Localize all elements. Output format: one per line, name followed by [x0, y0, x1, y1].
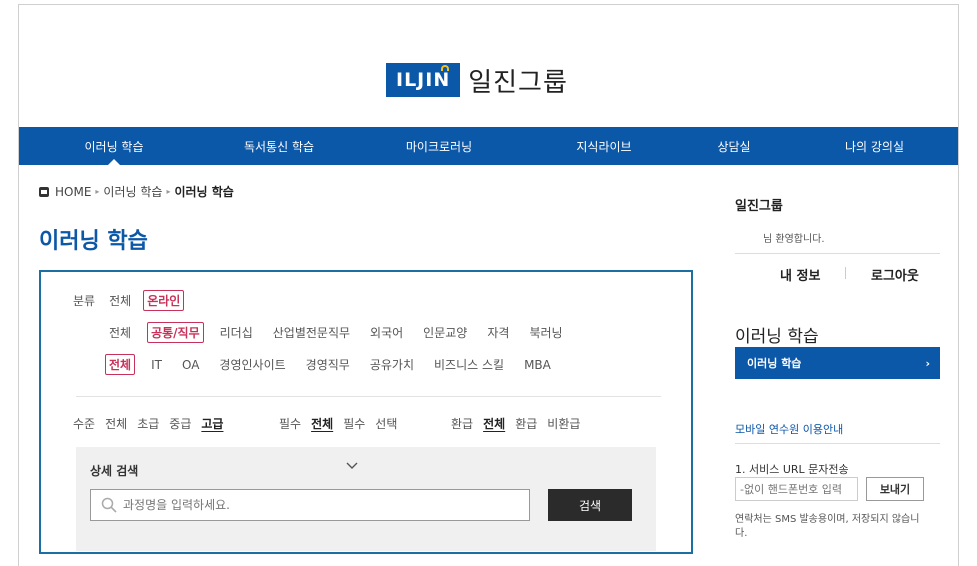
logo-brand-text: ILJIN	[396, 69, 451, 91]
subject-chip[interactable]: 외국어	[366, 322, 407, 343]
nav-item-microlearning[interactable]: 마이크로러닝	[349, 127, 529, 165]
level-option[interactable]: 전체	[105, 415, 127, 432]
chevron-right-icon: ›	[925, 356, 930, 370]
required-option[interactable]: 선택	[375, 415, 397, 432]
welcome-text: 님 환영합니다.	[763, 234, 825, 245]
nav-item-elearning[interactable]: 이러닝 학습	[19, 127, 209, 165]
nav-item-my-classroom[interactable]: 나의 강의실	[789, 127, 958, 165]
subcategory-chip[interactable]: 경영직무	[302, 354, 354, 375]
nav-item-counseling[interactable]: 상담실	[679, 127, 789, 165]
category-label: 분류	[73, 294, 96, 308]
breadcrumb-level1[interactable]: 이러닝 학습	[103, 183, 162, 200]
filter-box: 분류 전체 온라인 전체 공통/직무 리더십 산업별전문직무 외국어 인문교양 …	[39, 270, 693, 554]
subject-chip[interactable]: 북러닝	[525, 322, 566, 343]
subcategory-chip[interactable]: IT	[147, 356, 166, 374]
subject-chip[interactable]: 산업별전문직무	[269, 322, 354, 343]
detail-search-panel: 상세 검색 검색	[76, 447, 656, 551]
subject-chip[interactable]: 자격	[483, 322, 513, 343]
refund-option[interactable]: 전체	[483, 415, 505, 432]
level-row: 수준 전체 초급 중급 고급	[73, 415, 223, 432]
sms-note: 연락처는 SMS 발송용이며, 저장되지 않습니다.	[735, 514, 920, 539]
breadcrumb-arrow-icon: ▸	[166, 187, 171, 196]
required-option[interactable]: 필수	[343, 415, 365, 432]
mobile-guide-link[interactable]: 모바일 연수원 이용안내	[735, 421, 843, 437]
subcategory-chip[interactable]: 전체	[105, 354, 136, 375]
filter-divider	[76, 396, 661, 397]
subject-chip[interactable]: 공통/직무	[147, 322, 204, 343]
category-online[interactable]: 온라인	[143, 290, 185, 311]
sidebar-separator	[845, 267, 846, 279]
nav-item-reading[interactable]: 독서통신 학습	[209, 127, 349, 165]
sms-title: 1. 서비스 URL 문자전송	[735, 463, 849, 476]
home-icon	[39, 186, 49, 197]
send-button[interactable]: 보내기	[866, 477, 924, 501]
logo-brand-box: ILJIN	[386, 63, 461, 97]
logo-dot-icon	[441, 65, 449, 71]
page-title: 이러닝 학습	[39, 229, 148, 254]
breadcrumb-current: 이러닝 학습	[174, 185, 234, 199]
my-info-link[interactable]: 내 정보	[780, 265, 820, 284]
logout-link[interactable]: 로그아웃	[871, 265, 919, 284]
breadcrumb-home[interactable]: HOME	[55, 185, 91, 199]
level-option[interactable]: 초급	[137, 415, 159, 432]
subcategory-chip[interactable]: 비즈니스 스킬	[430, 354, 508, 375]
iljin-logo[interactable]: ILJIN 일진그룹	[386, 60, 568, 100]
refund-option[interactable]: 비환급	[547, 415, 580, 432]
detail-search-title: 상세 검색	[90, 464, 139, 478]
subject-chip[interactable]: 전체	[105, 322, 135, 343]
page-frame: ILJIN 일진그룹 이러닝 학습 독서통신 학습 마이크로러닝 지식라이브 상…	[18, 4, 959, 566]
sidebar-menu-label: 이러닝 학습	[747, 357, 802, 370]
sidebar-divider	[735, 253, 940, 254]
required-row: 필수 전체 필수 선택	[279, 415, 397, 432]
level-option[interactable]: 고급	[201, 415, 223, 432]
main-nav: 이러닝 학습 독서통신 학습 마이크로러닝 지식라이브 상담실 나의 강의실	[19, 127, 958, 165]
chevron-down-icon[interactable]	[346, 459, 358, 471]
refund-option[interactable]: 환급	[515, 415, 537, 432]
category-all[interactable]: 전체	[105, 290, 135, 311]
phone-input[interactable]	[735, 477, 858, 501]
search-input[interactable]	[123, 498, 523, 512]
sidebar-group-name: 일진그룹	[735, 199, 783, 214]
subcategory-row: 전체 IT OA 경영인사이트 경영직무 공유가치 비즈니스 스킬 MBA	[105, 354, 555, 375]
subcategory-chip[interactable]: 공유가치	[366, 354, 418, 375]
subcategory-chip[interactable]: OA	[178, 356, 203, 374]
required-label: 필수	[279, 417, 302, 431]
level-label: 수준	[73, 417, 96, 431]
search-icon	[101, 497, 117, 513]
subject-chip[interactable]: 인문교양	[419, 322, 471, 343]
sidebar-menu-elearning[interactable]: 이러닝 학습 ›	[735, 347, 940, 379]
sidebar-divider	[735, 443, 940, 444]
subcategory-chip[interactable]: 경영인사이트	[215, 354, 289, 375]
refund-row: 환급 전체 환급 비환급	[451, 415, 580, 432]
search-field[interactable]	[90, 489, 530, 521]
subject-chip[interactable]: 리더십	[216, 322, 257, 343]
refund-label: 환급	[451, 417, 474, 431]
category-row: 분류 전체 온라인	[73, 290, 185, 311]
subject-row: 전체 공통/직무 리더십 산업별전문직무 외국어 인문교양 자격 북러닝	[105, 322, 567, 343]
sidebar-section-title: 이러닝 학습	[735, 327, 819, 347]
logo-group-name: 일진그룹	[468, 67, 568, 98]
breadcrumb-arrow-icon: ▸	[95, 187, 100, 196]
level-option[interactable]: 중급	[169, 415, 191, 432]
search-button[interactable]: 검색	[548, 489, 632, 521]
subcategory-chip[interactable]: MBA	[520, 356, 555, 374]
nav-item-knowledge-live[interactable]: 지식라이브	[529, 127, 679, 165]
required-option[interactable]: 전체	[311, 415, 333, 432]
breadcrumb: HOME ▸ 이러닝 학습 ▸ 이러닝 학습	[39, 183, 234, 200]
